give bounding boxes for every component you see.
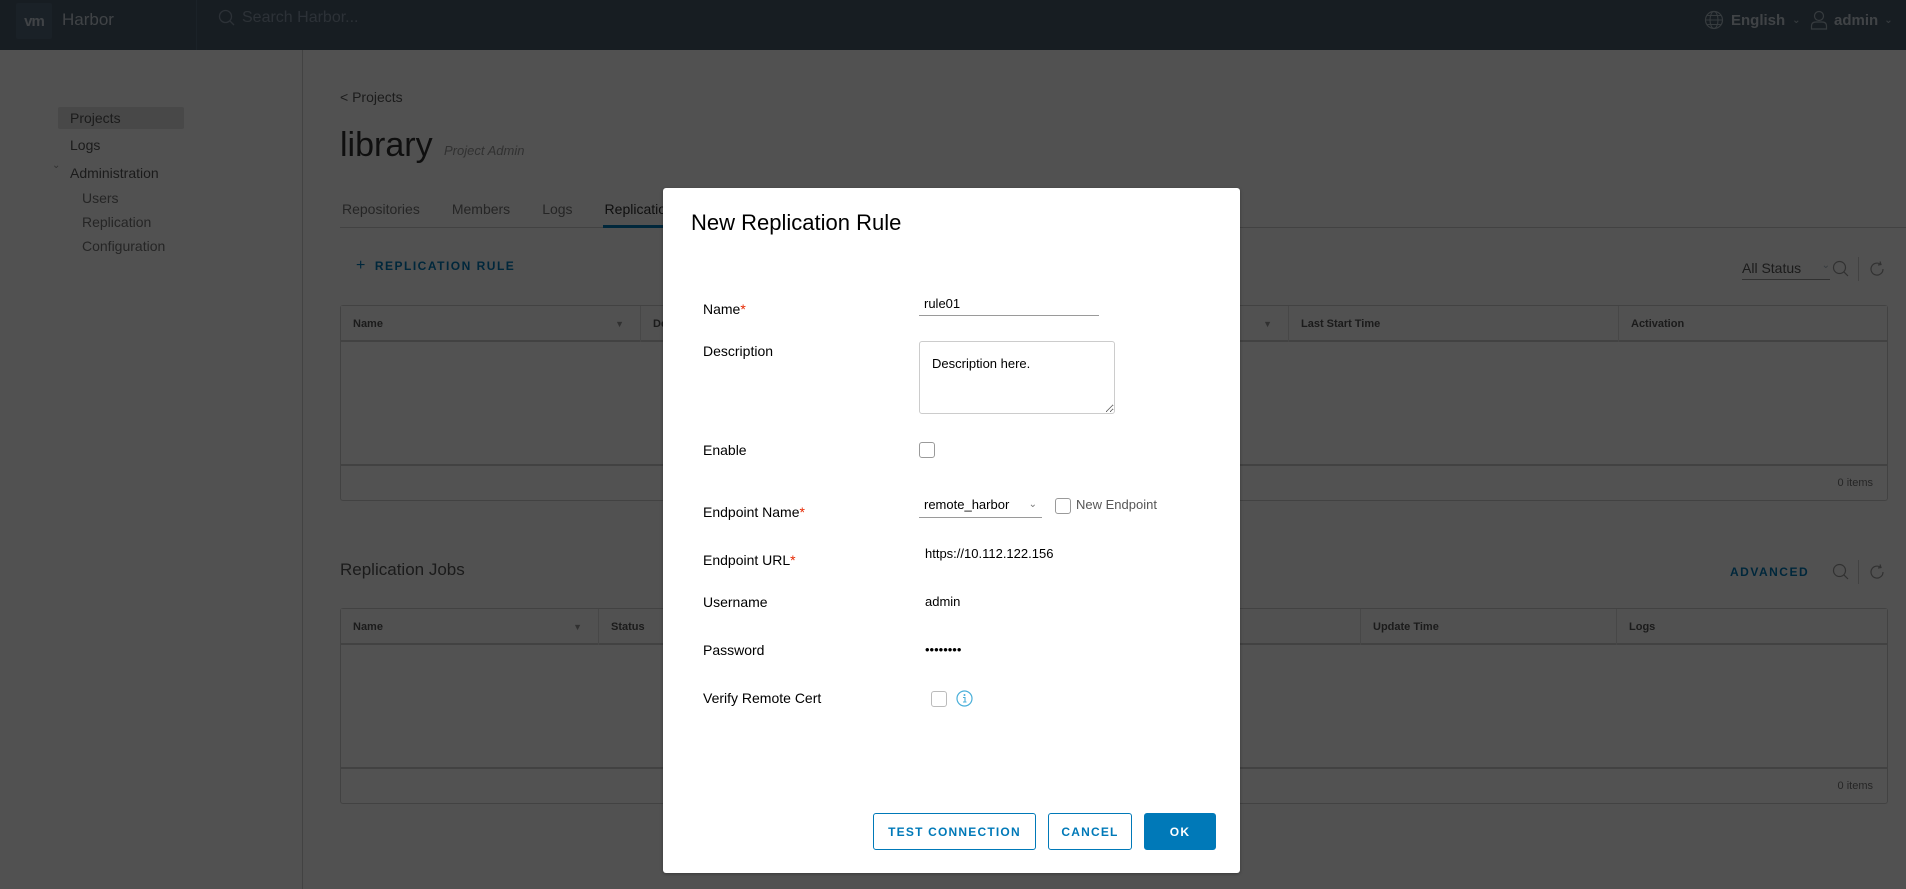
test-connection-button[interactable]: TEST CONNECTION bbox=[873, 813, 1036, 850]
required-mark: * bbox=[740, 301, 746, 317]
dialog-title: New Replication Rule bbox=[691, 210, 902, 235]
description-textarea[interactable] bbox=[919, 341, 1115, 414]
info-icon[interactable] bbox=[956, 690, 973, 712]
endpoint-name-select[interactable]: remote_harbor ⌄ bbox=[919, 497, 1042, 518]
endpoint-url-label: Endpoint URL* bbox=[703, 552, 796, 568]
endpoint-name-label: Endpoint Name* bbox=[703, 504, 805, 520]
username-label: Username bbox=[703, 594, 768, 610]
enable-checkbox[interactable] bbox=[919, 442, 935, 458]
name-label: Name* bbox=[703, 301, 746, 317]
verify-remote-cert-label: Verify Remote Cert bbox=[703, 690, 822, 706]
verify-remote-cert-checkbox[interactable] bbox=[931, 691, 947, 707]
required-mark: * bbox=[799, 504, 805, 520]
endpoint-url-value[interactable]: https://10.112.122.156 bbox=[925, 546, 1053, 561]
enable-label: Enable bbox=[703, 442, 747, 458]
new-endpoint-label[interactable]: New Endpoint bbox=[1076, 497, 1157, 512]
endpoint-name-value: remote_harbor bbox=[924, 497, 1010, 512]
password-label: Password bbox=[703, 642, 765, 658]
required-mark: * bbox=[790, 552, 796, 568]
new-replication-rule-dialog: New Replication Rule Name* Description E… bbox=[663, 188, 1240, 873]
ok-button[interactable]: OK bbox=[1144, 813, 1216, 850]
chevron-down-icon: ⌄ bbox=[1028, 499, 1037, 510]
username-value[interactable]: admin bbox=[925, 594, 960, 609]
description-label: Description bbox=[703, 343, 774, 359]
new-endpoint-checkbox[interactable] bbox=[1055, 498, 1071, 514]
password-value[interactable]: •••••••• bbox=[925, 642, 961, 657]
name-input[interactable] bbox=[919, 296, 1099, 316]
cancel-button[interactable]: CANCEL bbox=[1048, 813, 1132, 850]
